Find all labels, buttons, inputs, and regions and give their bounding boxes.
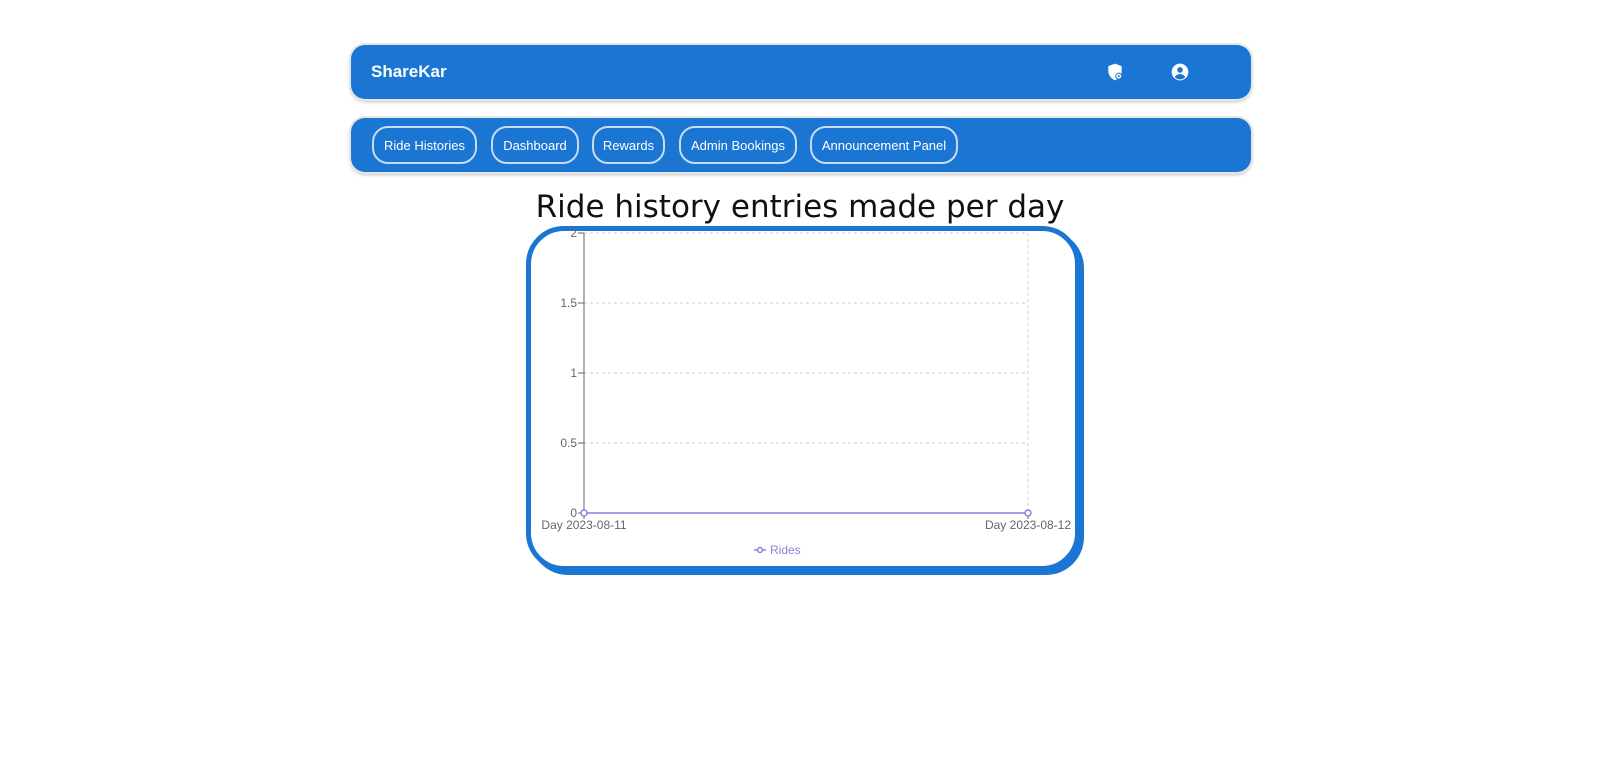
x-tick-label-1: Day 2023-08-12 [985,518,1071,532]
legend-label: Rides [770,543,801,557]
rides-line-chart: 00.511.52Day 2023-08-11 Day 2023-08-12 Ri… [541,226,1071,557]
legend-marker-icon [756,546,764,554]
y-tick-label-2: 1 [570,366,577,380]
y-tick-label-3: 1.5 [560,296,577,310]
y-tick-label-1: 0.5 [560,436,577,450]
x-tick-label-0: Day 2023-08-11 [541,518,626,532]
data-point-0-1 [1024,509,1032,517]
legend-item: Rides [754,543,801,557]
y-tick-label-4: 2 [570,226,577,240]
data-point-0-0 [580,509,588,517]
